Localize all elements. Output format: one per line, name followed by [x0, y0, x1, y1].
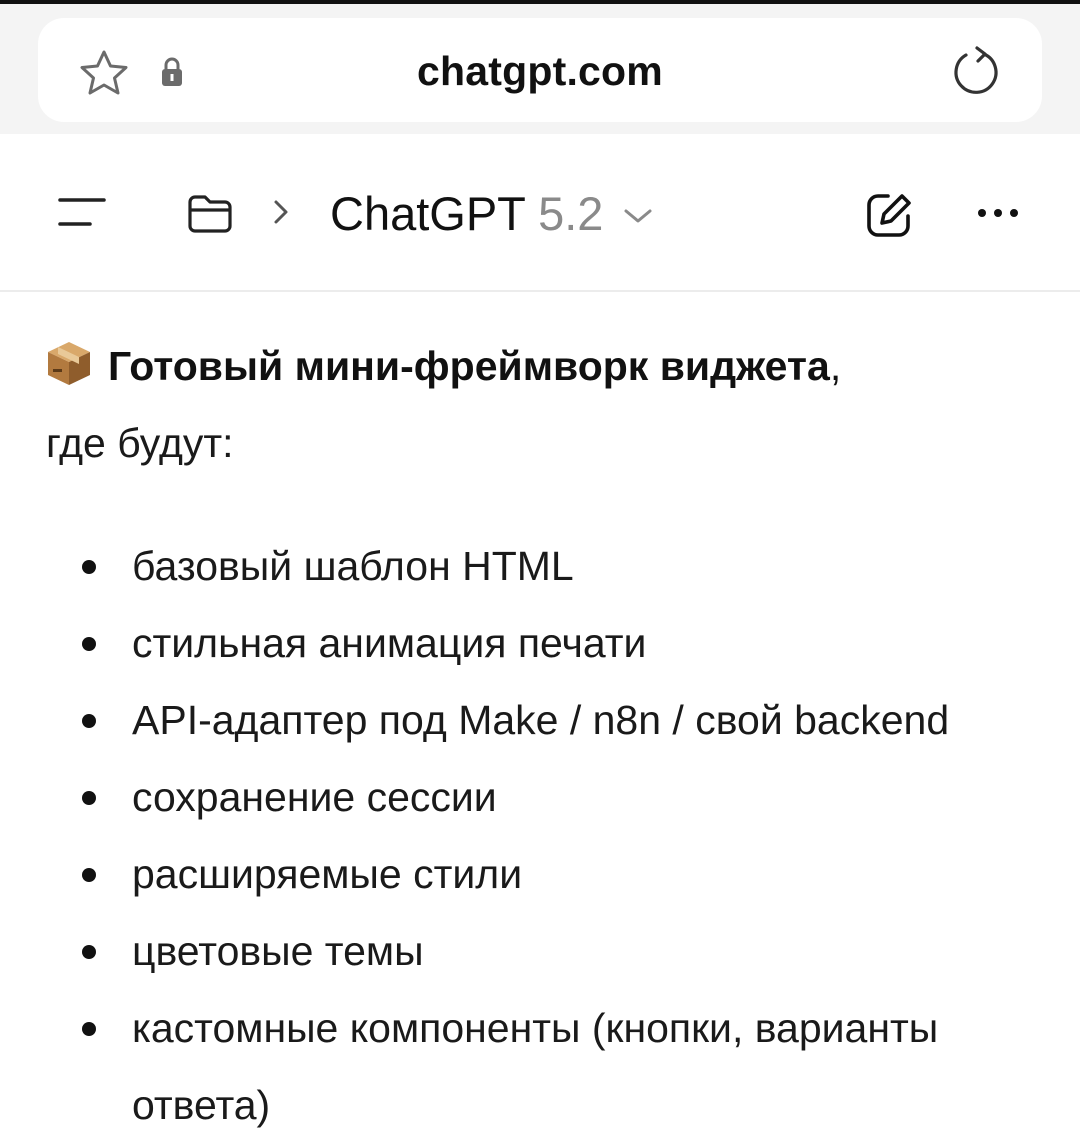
list-item: кастомные компоненты (кнопки, варианты о…: [0, 990, 1080, 1144]
list-item: сохранение сессии: [0, 759, 1080, 836]
assistant-message: Готовый мини-фреймворк виджета, где буду…: [0, 292, 1080, 1131]
list-item: API-адаптер под Make / n8n / свой backen…: [0, 682, 1080, 759]
message-subline: где будут:: [46, 420, 234, 466]
feature-list: базовый шаблон HTML стильная анимация пе…: [0, 528, 1080, 1144]
heading-bold-text: Готовый мини-фреймворк виджета: [108, 343, 830, 389]
browser-toolbar: chatgpt.com: [0, 4, 1080, 134]
menu-icon[interactable]: [56, 194, 108, 230]
chevron-right-icon: [274, 200, 288, 224]
address-bar[interactable]: chatgpt.com: [38, 18, 1042, 122]
model-name-label: ChatGPT: [330, 187, 526, 240]
list-item: базовый шаблон HTML: [0, 528, 1080, 605]
list-item: расширяемые стили: [0, 836, 1080, 913]
list-item: стильная анимация печати: [0, 605, 1080, 682]
model-selector[interactable]: ChatGPT 5.2: [330, 186, 603, 241]
chevron-down-icon[interactable]: [622, 206, 654, 226]
heading-suffix: ,: [829, 343, 842, 389]
new-chat-icon[interactable]: [864, 190, 914, 240]
list-item: цветовые темы: [0, 913, 1080, 990]
package-icon: [48, 342, 90, 385]
model-version-label: 5.2: [538, 187, 604, 240]
chat-header: ChatGPT 5.2: [0, 134, 1080, 292]
message-heading: Готовый мини-фреймворк виджета,: [44, 338, 841, 390]
more-icon[interactable]: [974, 200, 1022, 226]
url-text[interactable]: chatgpt.com: [38, 48, 1042, 95]
reload-icon[interactable]: [950, 44, 1002, 98]
folder-icon[interactable]: [186, 192, 234, 236]
